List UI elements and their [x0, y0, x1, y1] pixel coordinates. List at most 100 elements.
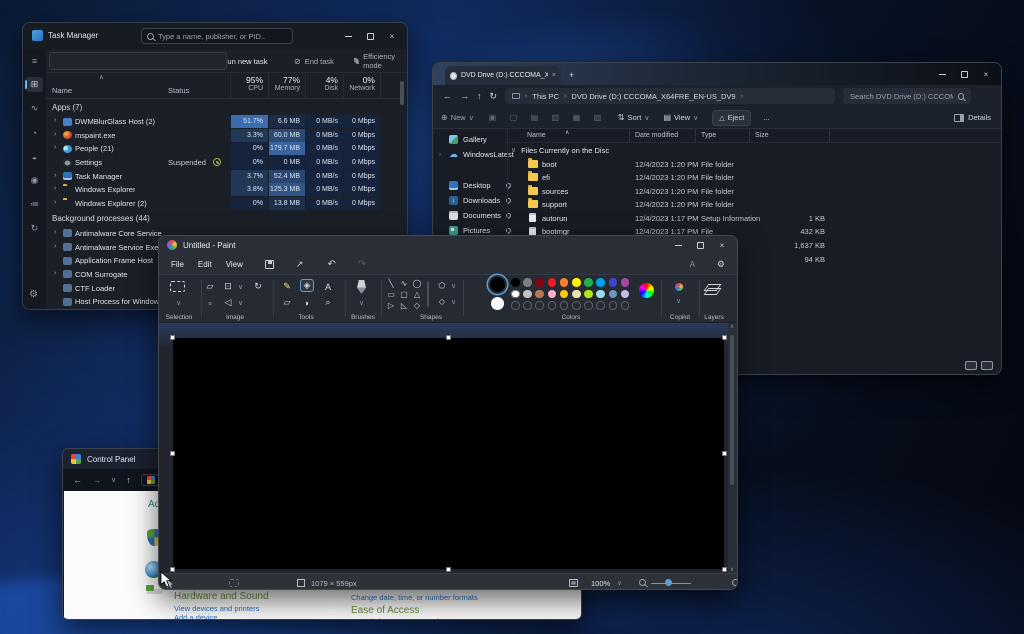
resize-handle[interactable]	[446, 335, 451, 340]
expander-icon[interactable]: ›	[54, 144, 56, 151]
process-row[interactable]: › Windows Explorer (2) 0% 13.8 MB 0 MB/s…	[46, 197, 401, 211]
add-device-link[interactable]: Add a device	[174, 613, 217, 620]
process-row[interactable]: › mspaint.exe 3.3% 60.0 MB 0 MB/s 0 Mbps	[46, 129, 401, 143]
shape-outline-dropdown-icon[interactable]: ∨	[451, 282, 456, 290]
file-group-header[interactable]: ∨ Files Currently on the Disc	[508, 143, 1002, 157]
paint-titlebar[interactable]: Untitled - Paint ×	[159, 236, 737, 254]
palette-swatch[interactable]	[511, 290, 520, 299]
shape-icon[interactable]: ╲	[385, 278, 397, 289]
resize-dropdown-icon[interactable]: ∨	[238, 283, 243, 291]
resize-handle[interactable]	[722, 451, 727, 456]
back-icon[interactable]: ←	[443, 91, 452, 101]
column-name[interactable]: Name	[52, 86, 72, 95]
selection-dropdown-icon[interactable]: ∨	[176, 299, 181, 307]
paint-canvas[interactable]	[173, 338, 724, 569]
palette-swatch[interactable]	[596, 301, 605, 310]
palette-swatch[interactable]	[560, 278, 569, 287]
column-disk[interactable]: 4%Disk	[306, 75, 338, 92]
zoom-in-icon[interactable]	[732, 579, 738, 586]
palette-swatch[interactable]	[609, 278, 618, 287]
shape-icon[interactable]: ∿	[398, 278, 410, 289]
resize-handle[interactable]	[170, 451, 175, 456]
pencil-tool-icon[interactable]: ✎	[280, 280, 294, 293]
share-icon[interactable]: ↗	[296, 259, 304, 270]
eject-button[interactable]: △Eject	[712, 110, 751, 126]
resize-handle[interactable]	[170, 335, 175, 340]
column-type[interactable]: Type	[701, 132, 716, 139]
brushes-dropdown-icon[interactable]: ∨	[359, 299, 364, 307]
palette-swatch[interactable]	[535, 278, 544, 287]
column-network[interactable]: 0%Network	[344, 75, 375, 92]
palette-swatch[interactable]	[596, 290, 605, 299]
rename-icon[interactable]: ▥	[551, 113, 560, 122]
palette-swatch[interactable]	[535, 290, 544, 299]
palette-swatch[interactable]	[621, 290, 630, 299]
resize-handle[interactable]	[446, 567, 451, 572]
palette-swatch[interactable]	[596, 278, 605, 287]
up-icon[interactable]: ↑	[477, 91, 482, 101]
column-name[interactable]: Name	[527, 132, 546, 139]
palette-swatch[interactable]	[621, 278, 630, 287]
shape-outline-icon[interactable]: ⬠	[435, 279, 449, 292]
expander-icon[interactable]: ›	[54, 117, 56, 124]
file-row[interactable]: efi 12/4/2023 1:20 PM File folder	[508, 171, 1002, 185]
shape-icon[interactable]: ▷	[385, 300, 397, 311]
settings-gear-icon[interactable]: ⚙	[29, 289, 41, 301]
maximize-button[interactable]	[953, 65, 975, 83]
copilot-dropdown-icon[interactable]: ∨	[676, 297, 681, 305]
account-icon[interactable]: A	[690, 260, 695, 269]
efficiency-mode-button[interactable]: Efficiency mode	[354, 53, 408, 69]
flip-dropdown-icon[interactable]: ∨	[238, 299, 243, 307]
color-1-swatch[interactable]	[490, 277, 505, 292]
details-view-icon[interactable]	[965, 361, 977, 370]
change-date-time-link[interactable]: Change date, time, or number formats	[351, 593, 478, 602]
breadcrumb-drive[interactable]: DVD Drive (D:) CCCOMA_X64FRE_EN-US_DV9	[571, 92, 735, 101]
minimize-button[interactable]	[931, 65, 953, 83]
shape-fill-dropdown-icon[interactable]: ∨	[451, 298, 456, 306]
sort-button[interactable]: ⇅Sort∨	[618, 113, 650, 122]
eyedropper-tool-icon[interactable]: ◗	[300, 296, 314, 309]
breadcrumb-this-pc[interactable]: This PC	[532, 92, 559, 101]
column-memory[interactable]: 77%Memory	[269, 75, 300, 92]
palette-swatch[interactable]	[523, 301, 532, 310]
app-history-icon[interactable]: ◔	[26, 125, 43, 140]
ease-suggest-settings-link[interactable]: Let Windows suggest settings	[351, 617, 450, 620]
details-pane-button[interactable]: Details	[954, 113, 991, 122]
palette-swatch[interactable]	[621, 301, 630, 310]
expander-icon[interactable]: ›	[54, 131, 56, 138]
shapes-scrollbar[interactable]	[427, 281, 429, 307]
vertical-scrollbar[interactable]: ∧ ∨	[728, 323, 736, 573]
flip-icon[interactable]: ◁	[221, 296, 235, 309]
redo-icon[interactable]: ↷	[358, 259, 366, 270]
view-button[interactable]: ▤View∨	[663, 113, 698, 122]
text-tool-icon[interactable]: A	[321, 280, 335, 293]
end-task-button[interactable]: ⊘End task	[294, 53, 334, 69]
expander-icon[interactable]: ›	[54, 243, 56, 250]
forward-icon[interactable]: →	[460, 91, 469, 101]
color-2-swatch[interactable]	[491, 297, 504, 310]
large-icons-view-icon[interactable]	[981, 361, 993, 370]
close-button[interactable]: ×	[975, 65, 997, 83]
expander-icon[interactable]: ›	[439, 152, 441, 158]
details-icon[interactable]: ≔	[26, 197, 43, 212]
palette-swatch[interactable]	[548, 290, 557, 299]
palette-swatch[interactable]	[535, 301, 544, 310]
minimize-button[interactable]	[337, 27, 359, 45]
palette-swatch[interactable]	[548, 301, 557, 310]
task-manager-titlebar[interactable]: Task Manager Type a name, publisher, or …	[23, 23, 407, 49]
resize-handle[interactable]	[722, 567, 727, 572]
palette-swatch[interactable]	[548, 278, 557, 287]
shape-fill-icon[interactable]: ◇	[435, 295, 449, 308]
palette-swatch[interactable]	[609, 301, 618, 310]
scroll-down-icon[interactable]: ∨	[730, 566, 734, 573]
expander-icon[interactable]: ›	[54, 229, 56, 236]
select-all-icon[interactable]: ▫	[203, 296, 217, 309]
shape-icon[interactable]: ▭	[385, 289, 397, 300]
file-row[interactable]: sources 12/4/2023 1:20 PM File folder	[508, 184, 1002, 198]
process-row[interactable]: › Task Manager 3.7% 52.4 MB 0 MB/s 0 Mbp…	[46, 170, 401, 184]
new-tab-button[interactable]: +	[569, 70, 574, 80]
close-button[interactable]: ×	[381, 27, 403, 45]
column-size[interactable]: Size	[755, 132, 769, 139]
fill-tool-icon[interactable]: ◈	[300, 279, 314, 292]
rotate-icon[interactable]: ↻	[251, 280, 265, 293]
